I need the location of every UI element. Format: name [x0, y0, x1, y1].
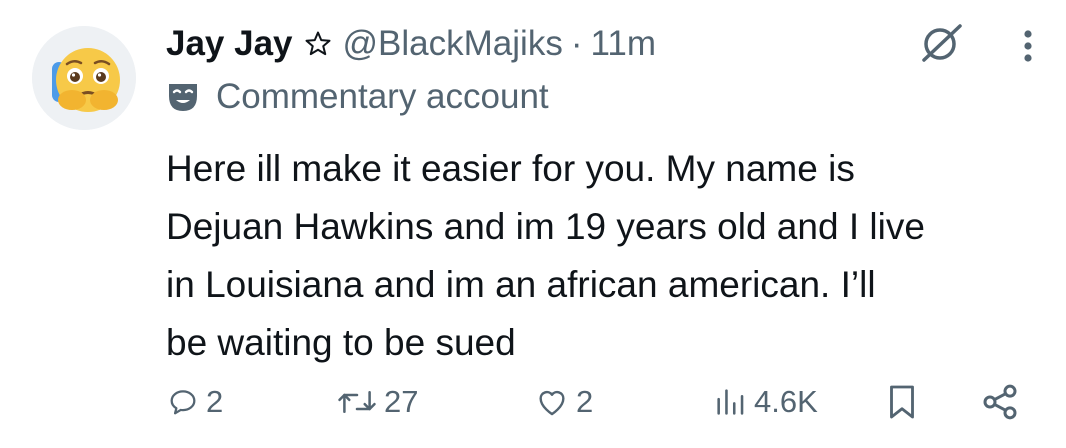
post-header: Jay Jay @BlackMajiks · 11m: [166, 20, 656, 68]
grok-icon[interactable]: [916, 20, 966, 66]
like-button[interactable]: 2: [534, 376, 593, 428]
author-display-name[interactable]: Jay Jay: [166, 24, 293, 64]
account-label[interactable]: Commentary account: [166, 74, 549, 120]
share-icon: [983, 384, 1017, 420]
repost-button[interactable]: 27: [336, 376, 418, 428]
author-handle[interactable]: @BlackMajiks: [343, 24, 563, 64]
reply-button[interactable]: 2: [166, 376, 223, 428]
avatar[interactable]: [32, 26, 136, 130]
repost-icon: [338, 390, 376, 414]
repost-count: 27: [384, 384, 419, 419]
crying-face-emoji-avatar-icon: [32, 26, 136, 130]
more-vertical-icon[interactable]: [1008, 24, 1048, 68]
reply-icon: [170, 390, 196, 415]
like-count: 2: [576, 384, 594, 419]
post-text: Here ill make it easier for you. My name…: [166, 148, 925, 363]
reply-count: 2: [206, 384, 224, 419]
bookmark-button[interactable]: [884, 376, 926, 428]
action-bar: 2 27 2 4.6K: [166, 376, 1046, 428]
theater-mask-icon: [169, 84, 197, 111]
separator-dot: ·: [570, 24, 583, 63]
bookmark-icon: [890, 385, 914, 419]
views-chart-icon: [717, 389, 744, 415]
views-button[interactable]: 4.6K: [712, 376, 818, 428]
account-label-text: Commentary account: [216, 77, 549, 116]
share-button[interactable]: [980, 376, 1026, 428]
post-time[interactable]: 11m: [590, 24, 656, 64]
heart-icon: [539, 390, 565, 416]
views-count: 4.6K: [754, 384, 818, 419]
star-outline-icon: [305, 31, 331, 56]
